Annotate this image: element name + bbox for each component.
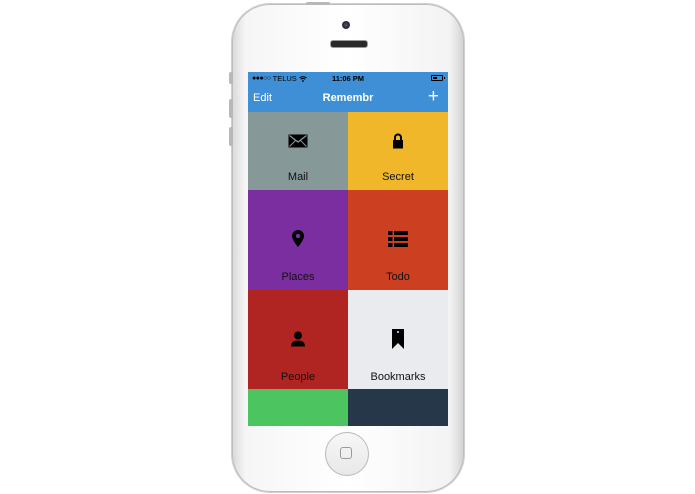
- tile-navy[interactable]: [348, 389, 448, 426]
- tile-mail[interactable]: Mail: [248, 112, 348, 190]
- tile-label: Places: [281, 271, 315, 283]
- bookmark-icon: [348, 328, 448, 350]
- tile-todo[interactable]: Todo: [348, 190, 448, 290]
- volume-up-button: [229, 99, 233, 118]
- front-camera: [342, 21, 350, 29]
- battery-level: [433, 77, 437, 79]
- battery-tip: [444, 77, 445, 79]
- volume-down-button: [229, 127, 233, 146]
- status-bar: ●●●○○ TELUS 11:06 PM: [248, 72, 448, 84]
- tile-places[interactable]: Places: [248, 190, 348, 290]
- status-time: 11:06 PM: [331, 74, 365, 83]
- home-button[interactable]: [325, 432, 369, 476]
- list-icon: [348, 230, 448, 248]
- tile-bookmarks[interactable]: Bookmarks: [348, 290, 448, 389]
- battery-icon: [431, 75, 443, 81]
- tile-label: Todo: [386, 271, 410, 283]
- earpiece-speaker: [330, 40, 368, 48]
- app-screen: ●●●○○ TELUS 11:06 PM Edit Remembr + Mail…: [248, 72, 448, 426]
- tile-people[interactable]: People: [248, 290, 348, 389]
- map-pin-icon: [248, 230, 348, 248]
- envelope-icon: [248, 132, 348, 150]
- person-icon: [248, 330, 348, 348]
- tile-label: Bookmarks: [370, 371, 426, 383]
- mute-switch: [229, 72, 233, 84]
- tile-label: Secret: [382, 171, 414, 183]
- tile-label: People: [280, 371, 316, 383]
- home-square-icon: [340, 447, 352, 459]
- tile-green[interactable]: [248, 389, 348, 426]
- navigation-bar: Edit Remembr +: [248, 84, 448, 112]
- lock-icon: [348, 132, 448, 150]
- add-button[interactable]: +: [428, 87, 439, 106]
- tile-secret[interactable]: Secret: [348, 112, 448, 190]
- tile-label: Mail: [287, 171, 309, 183]
- power-button: [306, 2, 330, 5]
- app-title: Remembr: [322, 92, 374, 104]
